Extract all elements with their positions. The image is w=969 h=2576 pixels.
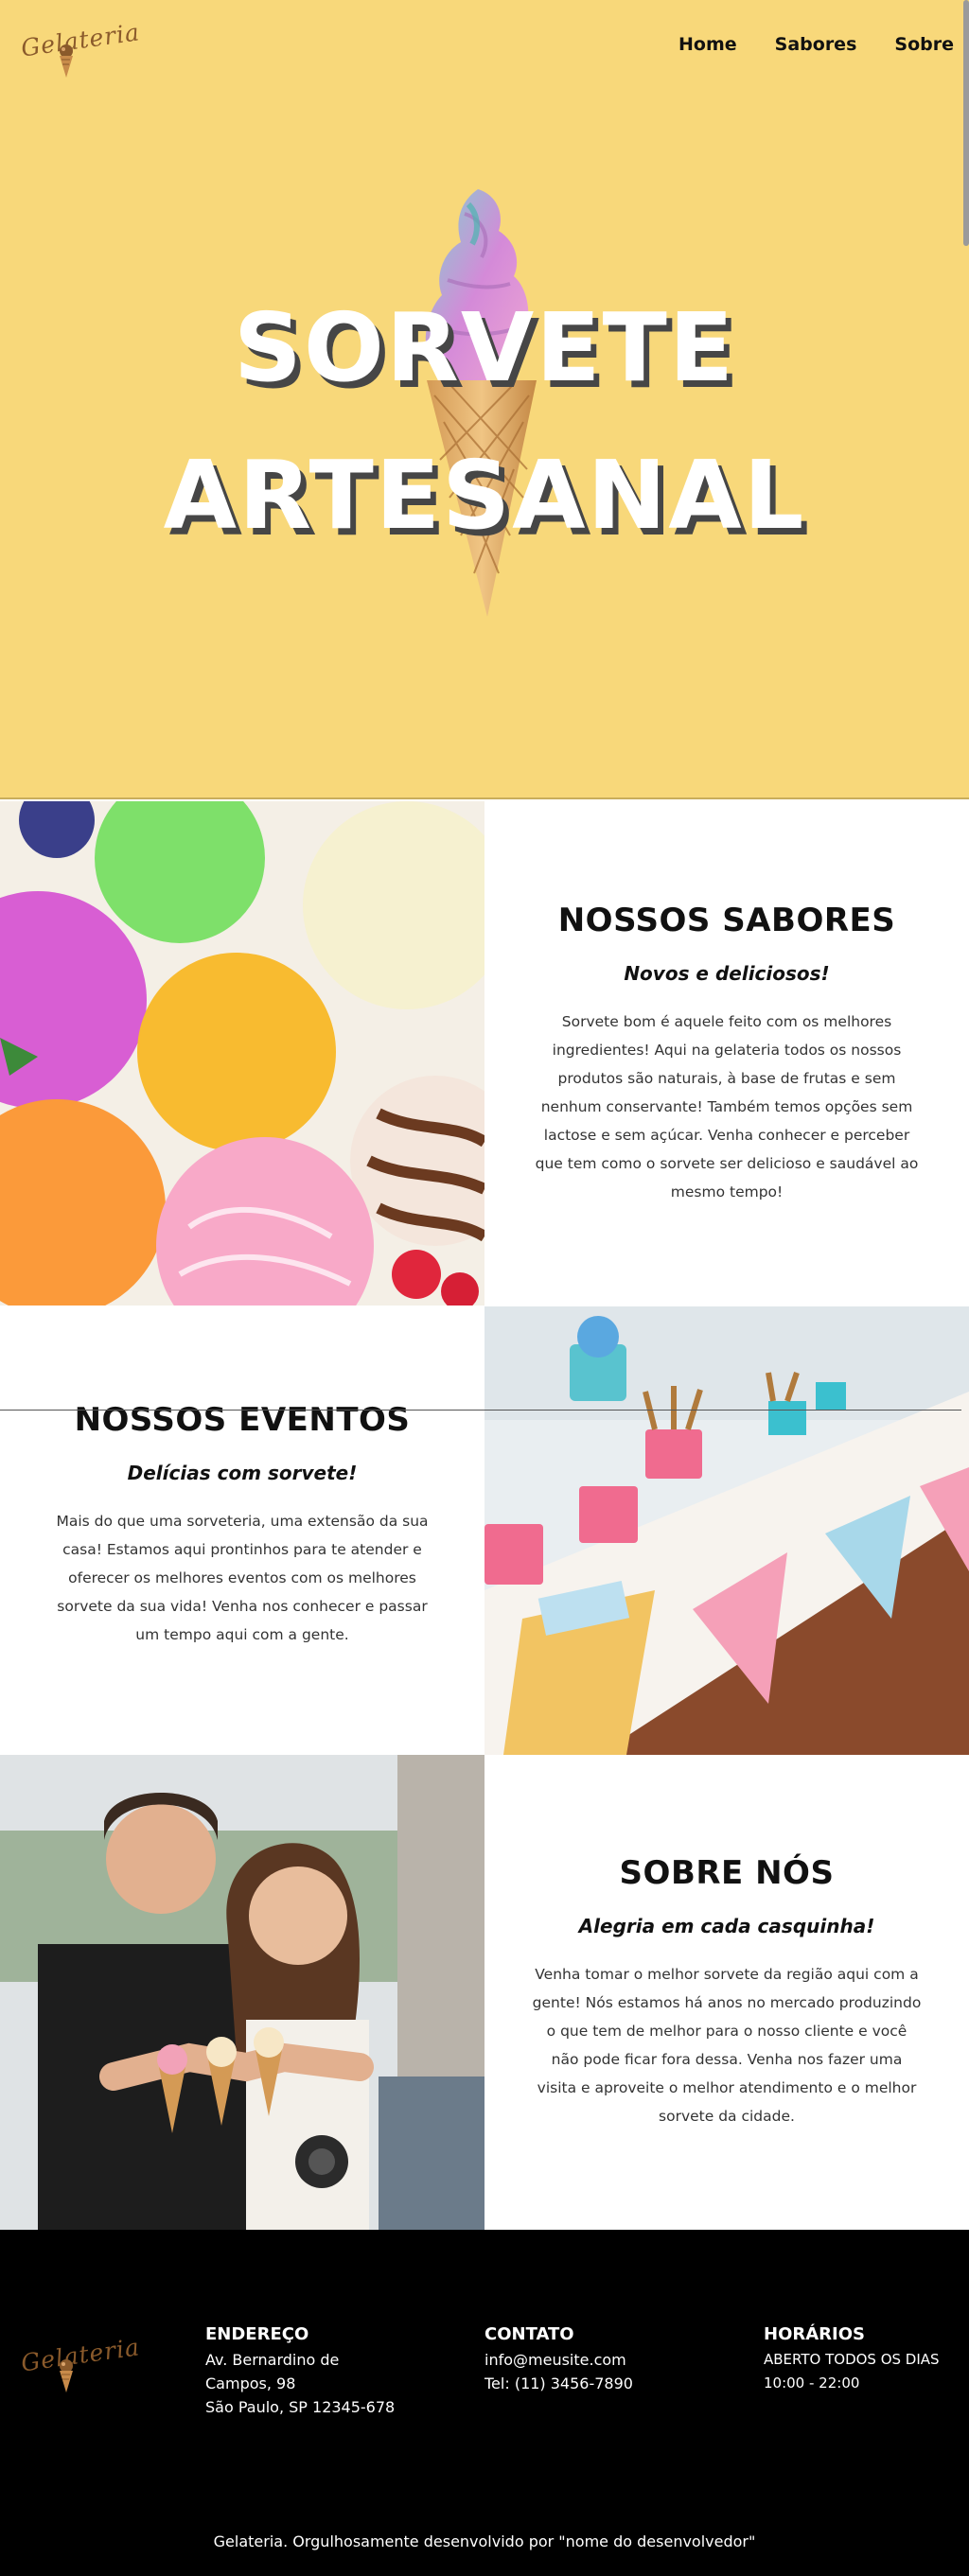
eventos-body: Mais do que uma sorveteria, uma extensão… [56, 1513, 429, 1643]
nav-sobre[interactable]: Sobre [894, 34, 954, 55]
sabores-section: NOSSOS SABORES Novos e deliciosos! Sorve… [0, 801, 969, 1306]
sobre-image [0, 1755, 484, 2230]
sobre-title: SOBRE NÓS [619, 1854, 835, 1892]
footer-horarios: HORÁRIOS ABERTO TODOS OS DIAS 10:00 - 22… [764, 2324, 962, 2395]
contato-heading: CONTATO [484, 2324, 574, 2344]
endereco-line-3: São Paulo, SP 12345-678 [205, 2398, 396, 2416]
hero-title-line-2: ARTESANAL [163, 440, 806, 551]
site-footer: Gelateria ENDEREÇO Av. Bernardino de Cam… [0, 2230, 969, 2576]
horizontal-divider [0, 1410, 961, 1411]
hero-title-line-1: SORVETE [233, 292, 736, 403]
sabores-body: Sorvete bom é aquele feito com os melhor… [535, 1012, 919, 1200]
eventos-title: NOSSOS EVENTOS [74, 1401, 411, 1439]
sobre-subtitle: Alegria em cada casquinha! [578, 1915, 875, 1937]
eventos-image [484, 1306, 969, 1755]
sobre-body: Venha tomar o melhor sorvete da região a… [532, 1966, 922, 2125]
footer-logo[interactable]: Gelateria [19, 2333, 142, 2400]
contato-email[interactable]: info@meusite.com [484, 2348, 721, 2372]
friends-ice-cream-image [0, 1755, 484, 2230]
sabores-text: NOSSOS SABORES Novos e deliciosos! Sorve… [484, 801, 969, 1306]
hero-title: SORVETE ARTESANAL [0, 274, 969, 570]
footer-copyright: Gelateria. Orgulhosamente desenvolvido p… [213, 2532, 756, 2550]
party-table-image [484, 1306, 969, 1755]
sabores-subtitle: Novos e deliciosos! [624, 961, 830, 985]
sobre-section: SOBRE NÓS Alegria em cada casquinha! Ven… [0, 1755, 969, 2230]
eventos-subtitle: Delícias com sorvete! [127, 1462, 358, 1484]
endereco-heading: ENDEREÇO [205, 2324, 309, 2344]
ice-cream-cone-icon [60, 44, 73, 78]
ice-cream-scoops-image [0, 801, 484, 1306]
page-scrollbar[interactable] [963, 0, 969, 246]
eventos-text: NOSSOS EVENTOS Delícias com sorvete! Mai… [0, 1306, 484, 1755]
horarios-line-2: 10:00 - 22:00 [764, 2374, 860, 2392]
horarios-heading: HORÁRIOS [764, 2324, 865, 2344]
nav-sabores[interactable]: Sabores [775, 34, 857, 55]
horarios-line-1: ABERTO TODOS OS DIAS [764, 2351, 940, 2368]
sabores-title: NOSSOS SABORES [557, 901, 896, 939]
footer-contato: CONTATO info@meusite.com Tel: (11) 3456-… [484, 2324, 721, 2395]
hero-section: Gelateria Home Sabores Sobre SORVETE ART… [0, 0, 969, 799]
ice-cream-cone-icon [60, 2359, 73, 2392]
sabores-image [0, 801, 484, 1306]
contato-phone[interactable]: Tel: (11) 3456-7890 [484, 2372, 721, 2395]
sobre-text: SOBRE NÓS Alegria em cada casquinha! Ven… [484, 1755, 969, 2230]
site-logo[interactable]: Gelateria [19, 18, 142, 78]
endereco-line-1: Av. Bernardino de [205, 2351, 340, 2369]
main-nav: Home Sabores Sobre [678, 34, 954, 55]
nav-home[interactable]: Home [678, 34, 737, 55]
endereco-line-2: Campos, 98 [205, 2374, 296, 2392]
footer-endereco: ENDEREÇO Av. Bernardino de Campos, 98 Sã… [205, 2324, 442, 2419]
eventos-section: NOSSOS EVENTOS Delícias com sorvete! Mai… [0, 1306, 969, 1755]
